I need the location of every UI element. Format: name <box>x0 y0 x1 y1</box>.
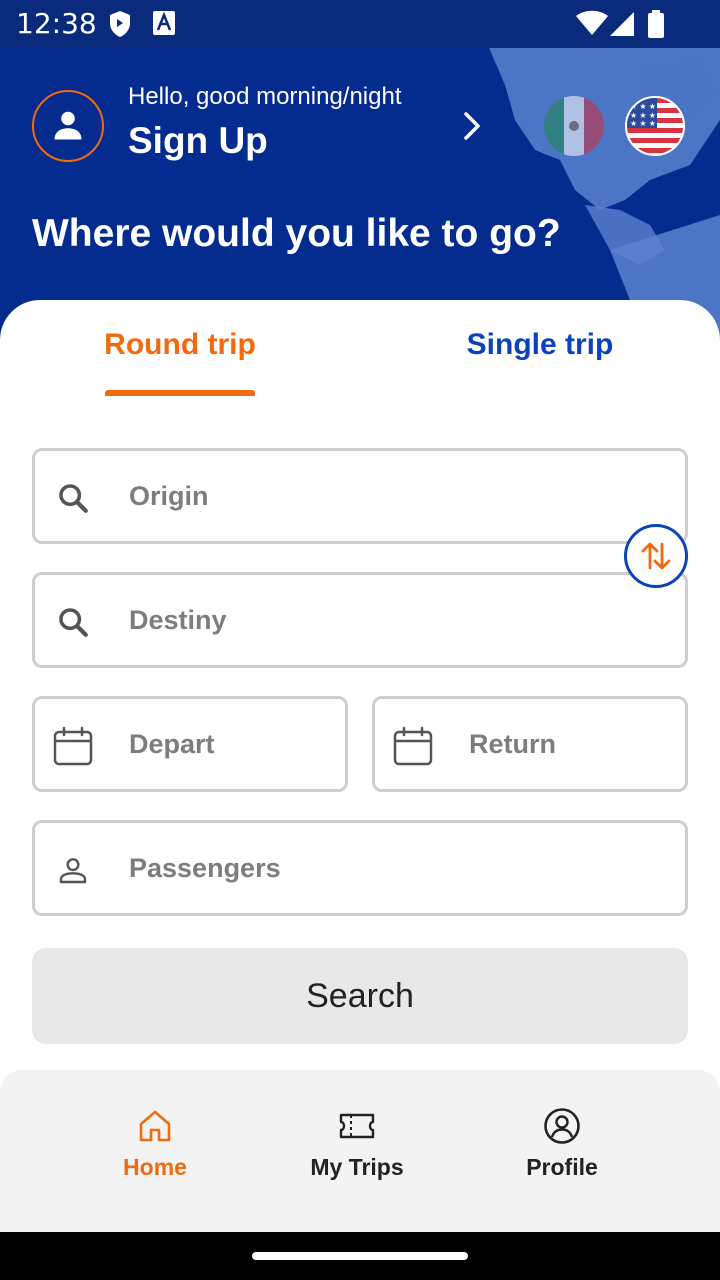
calendar-icon <box>53 726 93 766</box>
header: Hello, good morning/night Sign Up ★ ★ ★ … <box>0 0 720 340</box>
person-outline-icon <box>53 850 93 890</box>
nav-home[interactable]: Home <box>55 1106 255 1181</box>
mexico-flag-icon[interactable] <box>544 96 604 156</box>
world-map-background <box>470 0 720 340</box>
calendar-icon <box>393 726 433 766</box>
wifi-icon <box>576 10 608 35</box>
signal-icon <box>610 12 634 36</box>
search-icon <box>53 478 93 518</box>
nav-home-label: Home <box>123 1154 187 1180</box>
greeting-text: Hello, good morning/night <box>128 83 402 110</box>
nav-profile-label: Profile <box>526 1154 598 1180</box>
depart-date-field[interactable]: Depart <box>32 696 348 792</box>
chevron-right-icon[interactable] <box>458 108 486 144</box>
bottom-navigation: Home My Trips Profile <box>0 1070 720 1232</box>
swap-arrows-icon <box>641 542 671 570</box>
tab-round-trip[interactable]: Round trip <box>60 328 300 362</box>
sign-up-link[interactable]: Sign Up <box>128 120 268 162</box>
swap-locations-button[interactable] <box>624 524 688 588</box>
status-time: 12:38 <box>16 7 97 40</box>
ticket-icon <box>339 1113 375 1139</box>
depart-placeholder: Depart <box>129 729 215 759</box>
return-placeholder: Return <box>469 729 556 759</box>
active-tab-indicator <box>105 390 255 396</box>
search-icon <box>53 602 93 642</box>
page-headline: Where would you like to go? <box>32 212 561 255</box>
status-bar: 12:38 <box>0 0 720 48</box>
return-date-field[interactable]: Return <box>372 696 688 792</box>
destiny-placeholder: Destiny <box>129 605 227 635</box>
nav-my-trips[interactable]: My Trips <box>257 1106 457 1181</box>
person-icon <box>54 111 82 140</box>
text-a-icon <box>153 11 175 35</box>
system-gesture-bar <box>0 1232 720 1280</box>
passengers-placeholder: Passengers <box>129 853 281 883</box>
origin-placeholder: Origin <box>129 481 209 511</box>
nav-my-trips-label: My Trips <box>310 1154 404 1180</box>
passengers-field[interactable]: Passengers <box>32 820 688 916</box>
home-icon <box>139 1110 171 1142</box>
svg-text:★ ★ ★: ★ ★ ★ <box>630 119 656 128</box>
svg-text:★ ★ ★: ★ ★ ★ <box>630 102 656 111</box>
usa-flag-icon[interactable]: ★ ★ ★ ★ ★ ★ ★ ★ ★ <box>625 96 685 156</box>
profile-circle-icon <box>544 1108 580 1144</box>
search-button[interactable]: Search <box>32 948 688 1044</box>
tab-single-trip[interactable]: Single trip <box>420 328 660 362</box>
user-avatar[interactable] <box>32 90 104 162</box>
battery-icon <box>648 10 664 38</box>
home-gesture-handle[interactable] <box>252 1252 468 1260</box>
destiny-field[interactable]: Destiny <box>32 572 688 668</box>
origin-field[interactable]: Origin <box>32 448 688 544</box>
shield-icon <box>110 11 130 37</box>
nav-profile[interactable]: Profile <box>462 1106 662 1181</box>
